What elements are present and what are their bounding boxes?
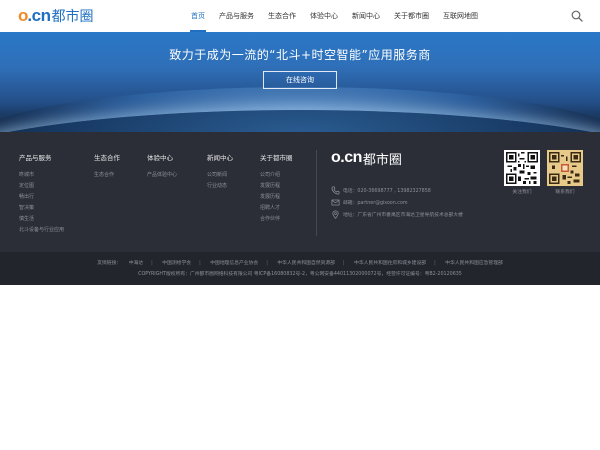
- hero-banner: 致力于成为一流的“北斗+时空智能”应用服务商 在线咨询: [0, 32, 600, 132]
- qr-code-icon: [549, 152, 581, 184]
- site-logo[interactable]: o .cn 都市圈: [18, 6, 93, 26]
- friend-link[interactable]: 中华人民共和国住房和城乡建设部: [354, 261, 426, 266]
- search-icon[interactable]: [571, 10, 583, 22]
- nav-products[interactable]: 产品与服务: [212, 0, 261, 32]
- mail-icon: [331, 199, 340, 205]
- logo-cn: .cn: [27, 6, 51, 25]
- separator: |: [342, 261, 345, 266]
- footer-link[interactable]: 产品体验中心: [147, 170, 177, 181]
- qr-follow-us-label: 关注我们: [512, 190, 532, 195]
- friend-link[interactable]: 中国地理信息产业协会: [210, 261, 258, 266]
- footer-link[interactable]: 行业动态: [207, 181, 233, 192]
- footer-col-about: 关于都市圈 公司介绍 发展历程 发展历程 招聘人才 合作伙伴: [260, 152, 293, 225]
- site-header: o .cn 都市圈 首页 产品与服务 生态合作 体验中心 新闻中心 关于都市圈 …: [0, 0, 600, 32]
- site-footer: 产品与服务 咚城市 定位图 畅出行 智决策 慎生活 北斗设备与行业应用 生态合作…: [0, 132, 600, 252]
- footer-col-ecosystem: 生态合作 生态合作: [94, 152, 120, 181]
- footer-logo-oc: o.cn: [331, 149, 362, 166]
- footer-link[interactable]: 招聘人才: [260, 203, 293, 214]
- contact-phone: 电话：020-36698777 , 13982327858: [331, 185, 431, 195]
- qr-code-icon: [506, 152, 538, 184]
- contact-email-text[interactable]: 邮箱：partner@gisoon.com: [343, 199, 408, 206]
- footer-logo: o.cn 都市圈: [331, 149, 402, 168]
- footer-link[interactable]: 合作伙伴: [260, 214, 293, 225]
- footer-link[interactable]: 公司新闻: [207, 170, 233, 181]
- contact-phone-text: 电话：020-36698777 , 13982327858: [343, 188, 431, 194]
- footer-link[interactable]: 发展历程: [260, 181, 293, 192]
- footer-col-title: 体验中心: [147, 154, 173, 162]
- footer-col-experience: 体验中心 产品体验中心: [147, 152, 177, 181]
- footer-col-title: 新闻中心: [207, 154, 233, 162]
- qr-follow-us: [504, 150, 540, 186]
- footer-link[interactable]: 咚城市: [19, 170, 64, 181]
- footer-col-products: 产品与服务 咚城市 定位图 畅出行 智决策 慎生活 北斗设备与行业应用: [19, 152, 64, 236]
- separator: |: [434, 261, 436, 266]
- logo-text: 都市圈: [51, 9, 94, 25]
- main-nav: 首页 产品与服务 生态合作 体验中心 新闻中心 关于都市圈 互联网地图: [184, 0, 485, 32]
- footer-col-title: 产品与服务: [19, 154, 52, 162]
- footer-bottom-bar: 友情链接： 中海达 | 中国测绘学会 | 中国地理信息产业协会 | 中华人民共和国自然…: [0, 252, 600, 285]
- consult-button[interactable]: 在线咨询: [263, 71, 337, 89]
- qr-contact-us: [547, 150, 583, 186]
- phone-icon: [331, 186, 340, 194]
- footer-col-news: 新闻中心 公司新闻 行业动态: [207, 152, 233, 192]
- footer-logo-text: 都市圈: [362, 152, 402, 168]
- nav-about[interactable]: 关于都市圈: [387, 0, 436, 32]
- footer-link[interactable]: 公司介绍: [260, 170, 293, 181]
- copyright-text: COPYRIGHT版权所有：广州都市圈网络科技有限公司 粤ICP备1608083…: [138, 272, 462, 277]
- nav-home[interactable]: 首页: [184, 0, 212, 32]
- friend-link[interactable]: 中国测绘学会: [162, 261, 191, 266]
- separator: |: [151, 261, 153, 266]
- contact-email: 邮箱：partner@gisoon.com: [331, 197, 408, 207]
- footer-link[interactable]: 发展历程: [260, 192, 293, 203]
- friend-link[interactable]: 中华人民共和国应急管理部: [445, 261, 503, 266]
- separator: |: [199, 261, 201, 266]
- friend-links-label: 友情链接：: [97, 261, 122, 266]
- nav-news[interactable]: 新闻中心: [345, 0, 387, 32]
- footer-col-title: 关于都市圈: [260, 154, 293, 162]
- contact-address: 地址：广东省广州市番禺区市海达卫星导航技术总部大楼: [331, 209, 463, 219]
- qr-contact-us-label: 联系我们: [555, 190, 575, 195]
- contact-address-text: 地址：广东省广州市番禺区市海达卫星导航技术总部大楼: [343, 212, 463, 218]
- friend-links: 友情链接： 中海达 | 中国测绘学会 | 中国地理信息产业协会 | 中华人民共和国自然…: [0, 259, 600, 266]
- banner-title: 致力于成为一流的“北斗+时空智能”应用服务商: [169, 48, 431, 62]
- nav-ecosystem[interactable]: 生态合作: [261, 0, 303, 32]
- separator: |: [266, 261, 268, 266]
- footer-link[interactable]: 智决策: [19, 203, 64, 214]
- logo-o: o: [18, 6, 28, 25]
- footer-link[interactable]: 慎生活: [19, 214, 64, 225]
- footer-divider: [316, 150, 317, 236]
- friend-link[interactable]: 中华人民共和国自然资源部: [277, 261, 335, 266]
- footer-col-title: 生态合作: [94, 154, 120, 162]
- nav-experience[interactable]: 体验中心: [303, 0, 345, 32]
- friend-link[interactable]: 中海达: [129, 261, 143, 266]
- footer-link[interactable]: 北斗设备与行业应用: [19, 225, 64, 236]
- footer-link[interactable]: 生态合作: [94, 170, 120, 181]
- footer-link[interactable]: 畅出行: [19, 192, 64, 203]
- nav-map[interactable]: 互联网地图: [436, 0, 485, 32]
- footer-link[interactable]: 定位图: [19, 181, 64, 192]
- location-pin-icon: [332, 210, 339, 219]
